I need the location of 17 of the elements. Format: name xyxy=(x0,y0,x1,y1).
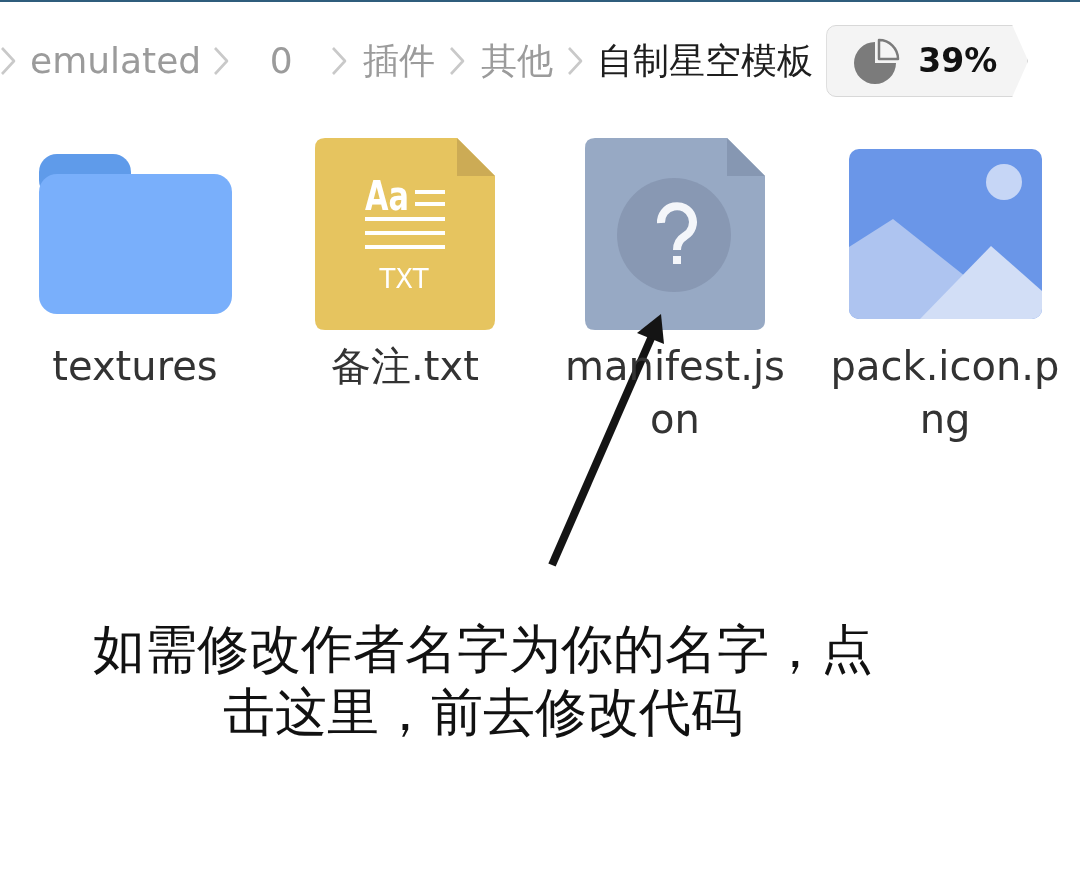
annotation-text: 如需修改作者名字为你的名字，点击这里，前去修改代码 xyxy=(92,618,874,744)
folder-icon[interactable] xyxy=(38,154,232,314)
icon-caption: TXT xyxy=(379,264,429,294)
breadcrumb-item[interactable]: 自制星空模板 xyxy=(597,39,814,83)
unknown-file-icon[interactable] xyxy=(585,138,765,330)
chevron-right-icon xyxy=(449,46,466,76)
file-name[interactable]: 备注.txt xyxy=(287,340,523,393)
file-name[interactable]: pack.icon.png xyxy=(827,340,1063,446)
storage-usage-button[interactable]: 39% xyxy=(826,25,1029,97)
chevron-right-icon xyxy=(213,46,230,76)
chevron-right-icon xyxy=(567,46,584,76)
pie-chart-icon xyxy=(854,38,901,84)
chevron-right-icon xyxy=(0,46,16,76)
file-name[interactable]: textures xyxy=(17,340,253,393)
image-file-icon[interactable] xyxy=(848,149,1042,319)
icon-glyph: Aa xyxy=(365,173,423,219)
chevron-right-icon xyxy=(331,46,348,76)
